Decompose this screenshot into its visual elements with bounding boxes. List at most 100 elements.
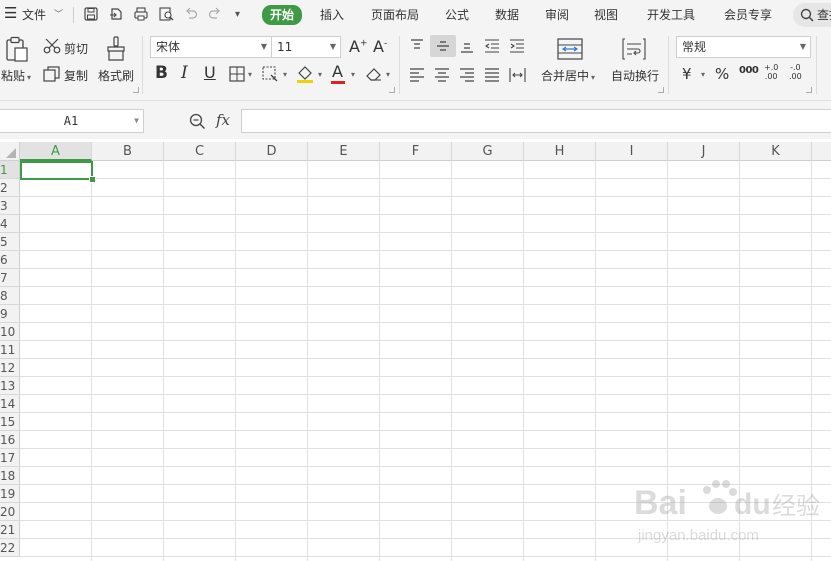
- increase-font-size-icon[interactable]: A+: [349, 37, 368, 56]
- fill-handle[interactable]: [89, 176, 96, 183]
- column-header-c[interactable]: C: [164, 142, 236, 161]
- row-header-10[interactable]: 10: [0, 323, 20, 341]
- increase-decimal-button[interactable]: +.0 .00: [764, 63, 778, 81]
- italic-button[interactable]: I: [181, 63, 188, 83]
- row-header-12[interactable]: 12: [0, 359, 20, 377]
- align-right-icon[interactable]: [459, 68, 475, 82]
- row-header-13[interactable]: 13: [0, 377, 20, 395]
- column-header-a[interactable]: A: [20, 142, 92, 161]
- row-header-4[interactable]: 4: [0, 215, 20, 233]
- row-header-14[interactable]: 14: [0, 395, 20, 413]
- font-color-icon[interactable]: A: [332, 62, 343, 81]
- select-all-corner[interactable]: [0, 142, 20, 161]
- row-header-21[interactable]: 21: [0, 521, 20, 539]
- merge-center-button[interactable]: 合并居中 ▾: [541, 67, 595, 84]
- align-top-icon[interactable]: [409, 39, 425, 53]
- column-header-d[interactable]: D: [236, 142, 308, 161]
- cut-button[interactable]: 剪切: [64, 40, 88, 57]
- tab-review[interactable]: 审阅: [545, 6, 569, 24]
- column-header-g[interactable]: G: [452, 142, 524, 161]
- row-header-8[interactable]: 8: [0, 287, 20, 305]
- chevron-down-icon[interactable]: ▾: [283, 70, 287, 79]
- scissors-icon[interactable]: [43, 38, 61, 54]
- paste-icon[interactable]: [5, 36, 29, 62]
- formula-input[interactable]: [241, 109, 831, 133]
- format-painter-button[interactable]: 格式刷: [98, 67, 134, 84]
- tab-home[interactable]: 开始: [262, 5, 303, 25]
- row-header-20[interactable]: 20: [0, 503, 20, 521]
- font-name-select[interactable]: 宋体 ▼: [150, 36, 272, 58]
- tab-developer[interactable]: 开发工具: [647, 6, 695, 24]
- wrap-text-button[interactable]: 自动换行: [611, 67, 659, 84]
- column-header-b[interactable]: B: [92, 142, 164, 161]
- print-icon[interactable]: [133, 6, 149, 22]
- row-header-9[interactable]: 9: [0, 305, 20, 323]
- column-header-h[interactable]: H: [524, 142, 596, 161]
- copy-button[interactable]: 复制: [64, 67, 88, 84]
- align-bottom-icon[interactable]: [459, 39, 475, 53]
- column-header-k[interactable]: K: [740, 142, 812, 161]
- row-header-3[interactable]: 3: [0, 197, 20, 215]
- export-icon[interactable]: [108, 6, 124, 22]
- row-header-16[interactable]: 16: [0, 431, 20, 449]
- quick-access-dropdown-icon[interactable]: ▾: [235, 6, 240, 24]
- save-icon[interactable]: [83, 6, 99, 22]
- chevron-down-icon[interactable]: ▾: [318, 70, 322, 79]
- row-header-22[interactable]: 22: [0, 539, 20, 557]
- row-header-1[interactable]: 1: [0, 161, 20, 179]
- undo-icon[interactable]: [183, 6, 199, 22]
- align-left-icon[interactable]: [409, 68, 425, 82]
- increase-indent-icon[interactable]: [509, 39, 525, 53]
- clipboard-group-launcher[interactable]: [133, 87, 139, 93]
- alignment-group-launcher[interactable]: [658, 87, 664, 93]
- align-middle-button[interactable]: [430, 35, 456, 57]
- column-header-e[interactable]: E: [308, 142, 380, 161]
- tab-data[interactable]: 数据: [495, 6, 519, 24]
- merge-center-icon[interactable]: [557, 38, 583, 60]
- row-header-7[interactable]: 7: [0, 269, 20, 287]
- row-header-11[interactable]: 11: [0, 341, 20, 359]
- cell-style-icon[interactable]: [262, 66, 279, 82]
- row-header-5[interactable]: 5: [0, 233, 20, 251]
- row-header-19[interactable]: 19: [0, 485, 20, 503]
- eraser-icon[interactable]: [365, 66, 383, 82]
- chevron-down-icon[interactable]: ▾: [386, 70, 390, 79]
- font-group-launcher[interactable]: [389, 87, 395, 93]
- underline-button[interactable]: U: [204, 63, 216, 82]
- decrease-font-size-icon[interactable]: A-: [373, 37, 387, 56]
- font-size-select[interactable]: 11 ▼: [271, 36, 341, 58]
- border-icon[interactable]: [229, 66, 245, 82]
- chevron-down-icon[interactable]: ▾: [701, 70, 705, 79]
- redo-icon[interactable]: [207, 6, 223, 22]
- function-button[interactable]: fx: [216, 111, 230, 129]
- row-header-18[interactable]: 18: [0, 467, 20, 485]
- bold-button[interactable]: B: [155, 63, 168, 83]
- active-cell[interactable]: [20, 161, 93, 180]
- tab-page-layout[interactable]: 页面布局: [371, 6, 419, 24]
- align-center-icon[interactable]: [434, 68, 450, 82]
- print-preview-icon[interactable]: [158, 6, 174, 22]
- fill-color-icon[interactable]: [296, 64, 314, 84]
- chevron-down-icon[interactable]: ▾: [351, 70, 355, 79]
- file-menu[interactable]: 文件: [22, 6, 46, 24]
- currency-button[interactable]: ¥: [682, 65, 692, 83]
- chevron-down-icon[interactable]: ▾: [248, 70, 252, 79]
- chevron-down-icon[interactable]: ﹀: [54, 6, 63, 24]
- number-group-launcher[interactable]: [806, 87, 812, 93]
- thousands-separator-button[interactable]: 000: [739, 65, 759, 76]
- tab-member[interactable]: 会员专享: [724, 6, 772, 24]
- row-header-6[interactable]: 6: [0, 251, 20, 269]
- hamburger-icon[interactable]: ☰: [4, 4, 17, 22]
- decrease-decimal-button[interactable]: -.0 .00: [789, 63, 802, 81]
- search-box[interactable]: 查找: [793, 3, 831, 27]
- zoom-search-icon[interactable]: [189, 113, 206, 130]
- decrease-indent-icon[interactable]: [484, 39, 500, 53]
- wrap-text-icon[interactable]: [622, 38, 646, 60]
- name-box[interactable]: A1 ▼: [0, 109, 144, 133]
- percent-button[interactable]: %: [715, 65, 729, 83]
- tab-insert[interactable]: 插入: [320, 6, 344, 24]
- column-header-i[interactable]: I: [596, 142, 668, 161]
- justify-icon[interactable]: [484, 68, 500, 82]
- column-header-j[interactable]: J: [668, 142, 740, 161]
- tab-view[interactable]: 视图: [594, 6, 618, 24]
